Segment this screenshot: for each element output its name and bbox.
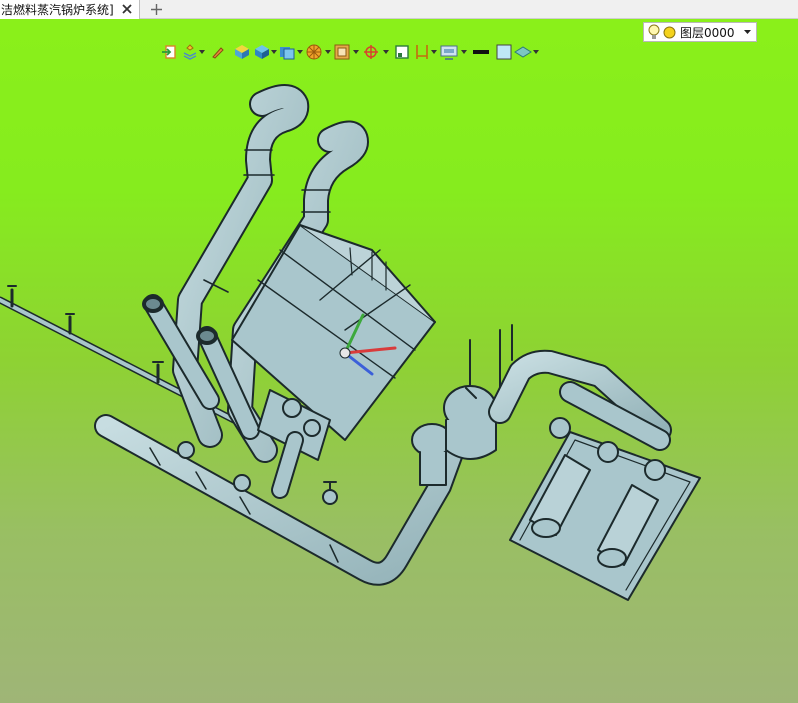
- chevron-down-icon[interactable]: [430, 42, 438, 62]
- line-style-icon[interactable]: [468, 42, 494, 62]
- pump-feed-pipe: [488, 349, 672, 451]
- document-tab[interactable]: 洁燃料蒸汽锅炉系统]: [0, 0, 140, 19]
- cad-application: 洁燃料蒸汽锅炉系统] 图层0000: [0, 0, 798, 703]
- plus-icon[interactable]: [147, 0, 165, 18]
- pencil-icon[interactable]: [206, 42, 230, 62]
- tab-bar: 洁燃料蒸汽锅炉系统]: [0, 0, 798, 19]
- close-icon[interactable]: [119, 1, 135, 17]
- render-icon[interactable]: [304, 42, 324, 62]
- layer-select[interactable]: 图层0000: [643, 22, 757, 42]
- material-icon[interactable]: [230, 42, 254, 62]
- cube-icon[interactable]: [254, 42, 270, 62]
- surface-icon[interactable]: [514, 42, 532, 62]
- chevron-down-icon[interactable]: [324, 42, 332, 62]
- color-swatch-icon[interactable]: [494, 42, 514, 62]
- box-frame-icon[interactable]: [332, 42, 352, 62]
- chevron-down-icon[interactable]: [382, 42, 390, 62]
- chevron-down-icon[interactable]: [296, 42, 304, 62]
- chevron-down-icon[interactable]: [352, 42, 360, 62]
- dimension-icon[interactable]: [414, 42, 430, 62]
- view-toolbar: [160, 42, 540, 62]
- pump-skid: [509, 417, 701, 601]
- chevron-down-icon[interactable]: [198, 42, 206, 62]
- tab-title: 洁燃料蒸汽锅炉系统]: [1, 3, 114, 17]
- chevron-down-icon[interactable]: [532, 42, 540, 62]
- exit-icon[interactable]: [160, 42, 182, 62]
- caret-down-icon[interactable]: [742, 25, 752, 39]
- 3d-viewport[interactable]: 图层0000: [0, 19, 798, 703]
- solid-view-icon[interactable]: [278, 42, 296, 62]
- boiler-system-model[interactable]: [0, 19, 798, 703]
- display-icon[interactable]: [438, 42, 460, 62]
- layer-tools-icon[interactable]: [182, 42, 198, 62]
- yellow-circle-icon[interactable]: [663, 26, 676, 39]
- boiler-body: [231, 224, 436, 441]
- layer-name: 图层0000: [680, 25, 735, 40]
- chevron-down-icon[interactable]: [460, 42, 468, 62]
- select-box-icon[interactable]: [390, 42, 414, 62]
- chevron-down-icon[interactable]: [270, 42, 278, 62]
- main-pipe: [94, 414, 468, 586]
- lightbulb-icon[interactable]: [648, 24, 660, 40]
- axis-icon[interactable]: [360, 42, 382, 62]
